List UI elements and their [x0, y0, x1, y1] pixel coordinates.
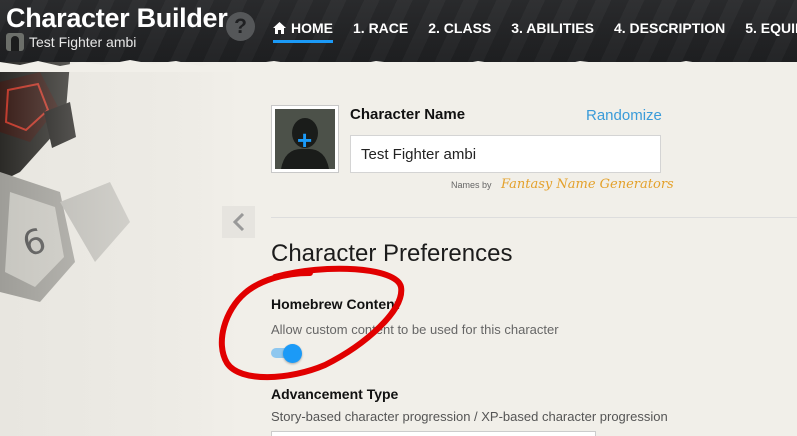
- section-divider: [271, 217, 797, 218]
- home-icon: [273, 22, 286, 34]
- app-title: Character Builder: [6, 3, 228, 33]
- homebrew-content-label: Homebrew Content: [271, 296, 400, 312]
- nav-home[interactable]: HOME: [273, 20, 333, 43]
- current-character-name: Test Fighter ambi: [29, 34, 137, 50]
- character-avatar-thumbnail: [6, 33, 24, 51]
- builder-nav: HOME 1. RACE 2. CLASS 3. ABILITIES 4. DE…: [273, 20, 797, 43]
- names-by-label: Names by: [451, 180, 492, 190]
- toggle-knob: [283, 344, 302, 363]
- homebrew-content-toggle[interactable]: [271, 344, 305, 363]
- help-button[interactable]: ?: [226, 12, 255, 41]
- advancement-type-label: Advancement Type: [271, 386, 399, 402]
- nav-class[interactable]: 2. CLASS: [428, 20, 491, 36]
- nav-abilities[interactable]: 3. ABILITIES: [511, 20, 594, 36]
- character-preferences-title: Character Preferences: [271, 240, 513, 267]
- top-header: Character Builder Test Fighter ambi ? HO…: [0, 0, 797, 62]
- dice-artwork: 6: [0, 62, 240, 436]
- nav-equipment[interactable]: 5. EQUIPMENT: [745, 20, 797, 36]
- randomize-name-link[interactable]: Randomize: [586, 107, 662, 124]
- advancement-type-description: Story-based character progression / XP-b…: [271, 409, 668, 424]
- homebrew-content-description: Allow custom content to be used for this…: [271, 322, 559, 337]
- collapse-sidebar-button[interactable]: [222, 206, 255, 238]
- add-portrait-icon: +: [297, 125, 313, 155]
- nav-race[interactable]: 1. RACE: [353, 20, 408, 36]
- character-portrait-upload[interactable]: +: [271, 105, 339, 173]
- character-name-label: Character Name: [350, 106, 466, 123]
- torn-paper-edge: [0, 60, 797, 72]
- portrait-placeholder: +: [275, 109, 335, 169]
- nav-description[interactable]: 4. DESCRIPTION: [614, 20, 725, 36]
- character-name-input[interactable]: [350, 135, 661, 173]
- advancement-type-select[interactable]: [271, 431, 596, 436]
- current-character[interactable]: Test Fighter ambi: [6, 33, 136, 51]
- chevron-left-icon: [232, 213, 244, 231]
- fantasy-name-generators-link[interactable]: Fantasy Name Generators: [501, 177, 674, 192]
- nav-home-label: HOME: [291, 20, 333, 36]
